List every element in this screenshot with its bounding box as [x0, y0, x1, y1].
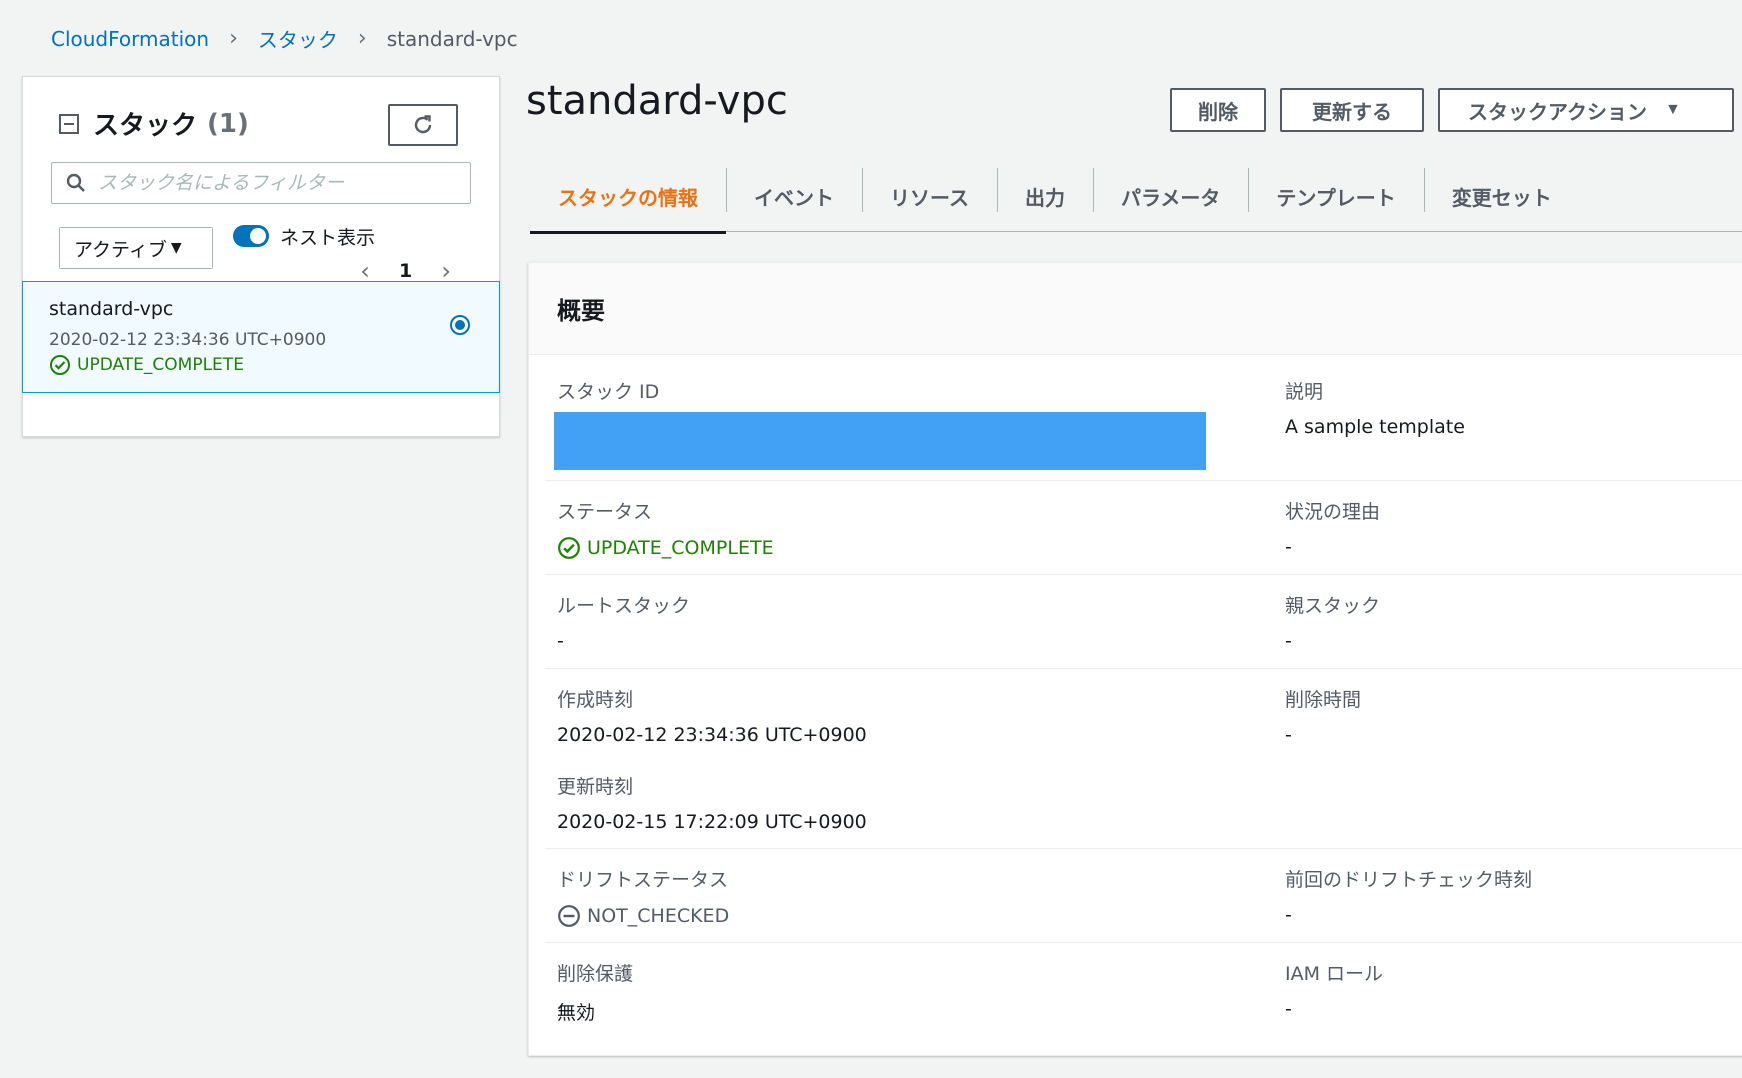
tab-resources[interactable]: リソース	[862, 160, 997, 232]
drift-status-value: NOT_CHECKED	[557, 904, 729, 928]
description-value: A sample template	[1285, 416, 1465, 438]
stack-count: (1)	[207, 108, 249, 139]
stack-tabs: スタックの情報 イベント リソース 出力 パラメータ テンプレート 変更セット	[530, 160, 1742, 234]
page-number[interactable]: 1	[399, 260, 412, 282]
stack-select-radio[interactable]	[450, 315, 470, 335]
overview-row-status: ステータス UPDATE_COMPLETE 状況の理由 -	[545, 481, 1742, 575]
tab-stack-info[interactable]: スタックの情報	[530, 160, 726, 234]
stack-list-title: スタック	[93, 111, 198, 141]
drift-status-text: NOT_CHECKED	[587, 905, 730, 927]
termination-protection-label: 削除保護	[557, 963, 634, 985]
page-title: standard-vpc	[526, 78, 788, 124]
status-reason-label: 状況の理由	[1285, 501, 1381, 523]
overview-row-stacks: ルートスタック - 親スタック -	[545, 575, 1742, 669]
cloudformation-stack-page: CloudFormation › スタック › standard-vpc スタッ…	[0, 0, 1742, 1078]
chevron-right-icon: ›	[229, 26, 238, 51]
breadcrumb: CloudFormation › スタック › standard-vpc	[51, 24, 518, 53]
nested-toggle[interactable]	[233, 225, 269, 247]
search-icon	[66, 173, 85, 192]
last-drift-check-label: 前回のドリフトチェック時刻	[1285, 869, 1533, 891]
breadcrumb-cloudformation[interactable]: CloudFormation	[51, 27, 209, 51]
breadcrumb-current: standard-vpc	[386, 26, 518, 51]
status-value: UPDATE_COMPLETE	[557, 536, 774, 560]
check-circle-icon	[50, 355, 70, 375]
status-reason-value: -	[1285, 536, 1292, 558]
minus-circle-icon	[558, 905, 580, 927]
stack-id-redacted	[554, 412, 1206, 470]
tab-parameters[interactable]: パラメータ	[1093, 160, 1248, 232]
delete-button[interactable]: 削除	[1170, 88, 1266, 132]
breadcrumb-stacks[interactable]: スタック	[258, 24, 338, 53]
root-stack-value: -	[557, 630, 564, 652]
drift-status-label: ドリフトステータス	[557, 869, 729, 891]
stack-list-item[interactable]: standard-vpc 2020-02-12 23:34:36 UTC+090…	[22, 281, 500, 393]
status-filter-value: アクティブ	[74, 238, 167, 261]
caret-down-icon: ▼	[1665, 101, 1681, 118]
overview-row-drift: ドリフトステータス NOT_CHECKED 前回のドリフトチェック時刻 -	[545, 849, 1742, 943]
tab-change-sets[interactable]: 変更セット	[1423, 160, 1580, 232]
created-time-value: 2020-02-12 23:34:36 UTC+0900	[557, 724, 867, 746]
description-label: 説明	[1285, 381, 1324, 403]
iam-role-value: -	[1285, 998, 1292, 1020]
stack-list-panel: スタック (1) アクティブ ▼ ネスト表示 ‹ 1 ›	[22, 76, 500, 437]
stack-item-status: UPDATE_COMPLETE	[49, 354, 244, 376]
nested-toggle-label: ネスト表示	[280, 227, 376, 249]
refresh-button[interactable]	[388, 104, 458, 146]
stack-item-time: 2020-02-12 23:34:36 UTC+0900	[49, 330, 327, 350]
chevron-right-icon: ›	[357, 26, 367, 51]
stack-search-box	[51, 162, 471, 204]
overview-title: 概要	[529, 263, 1742, 355]
caret-down-icon: ▼	[170, 240, 182, 256]
tab-events[interactable]: イベント	[726, 160, 862, 232]
tab-outputs[interactable]: 出力	[997, 160, 1093, 232]
deleted-time-value: -	[1285, 724, 1292, 746]
stack-actions-label: スタックアクション	[1468, 101, 1647, 124]
overview-row-times: 作成時刻 2020-02-12 23:34:36 UTC+0900 更新時刻 2…	[545, 669, 1742, 849]
collapse-icon[interactable]	[59, 113, 79, 134]
stack-id-label: スタック ID	[557, 381, 660, 403]
tab-template[interactable]: テンプレート	[1248, 160, 1423, 232]
updated-time-label: 更新時刻	[557, 776, 634, 798]
stack-item-status-text: UPDATE_COMPLETE	[77, 355, 244, 375]
created-time-label: 作成時刻	[557, 689, 634, 711]
check-circle-icon	[558, 537, 580, 559]
parent-stack-value: -	[1285, 630, 1292, 652]
stack-list-header: スタック (1)	[59, 105, 249, 142]
status-filter-select[interactable]: アクティブ ▼	[59, 227, 213, 269]
overview-panel: 概要 スタック ID 説明 A sample template ステータス UP	[528, 262, 1742, 1056]
stack-item-name: standard-vpc	[49, 298, 174, 320]
last-drift-check-value: -	[1285, 904, 1292, 926]
refresh-icon	[414, 115, 432, 134]
update-button[interactable]: 更新する	[1280, 88, 1424, 132]
overview-row-protection: 削除保護 無効 IAM ロール -	[545, 943, 1742, 1043]
iam-role-label: IAM ロール	[1285, 963, 1384, 985]
updated-time-value: 2020-02-15 17:22:09 UTC+0900	[557, 811, 867, 833]
termination-protection-value: 無効	[557, 1002, 596, 1024]
status-label: ステータス	[557, 501, 653, 523]
overview-row-id: スタック ID 説明 A sample template	[545, 355, 1742, 481]
status-text: UPDATE_COMPLETE	[587, 537, 774, 559]
deleted-time-label: 削除時間	[1285, 689, 1362, 711]
root-stack-label: ルートスタック	[557, 595, 691, 617]
parent-stack-label: 親スタック	[1285, 595, 1381, 617]
stack-actions-button[interactable]: スタックアクション ▼	[1438, 88, 1734, 132]
stack-search-input[interactable]	[98, 172, 458, 194]
